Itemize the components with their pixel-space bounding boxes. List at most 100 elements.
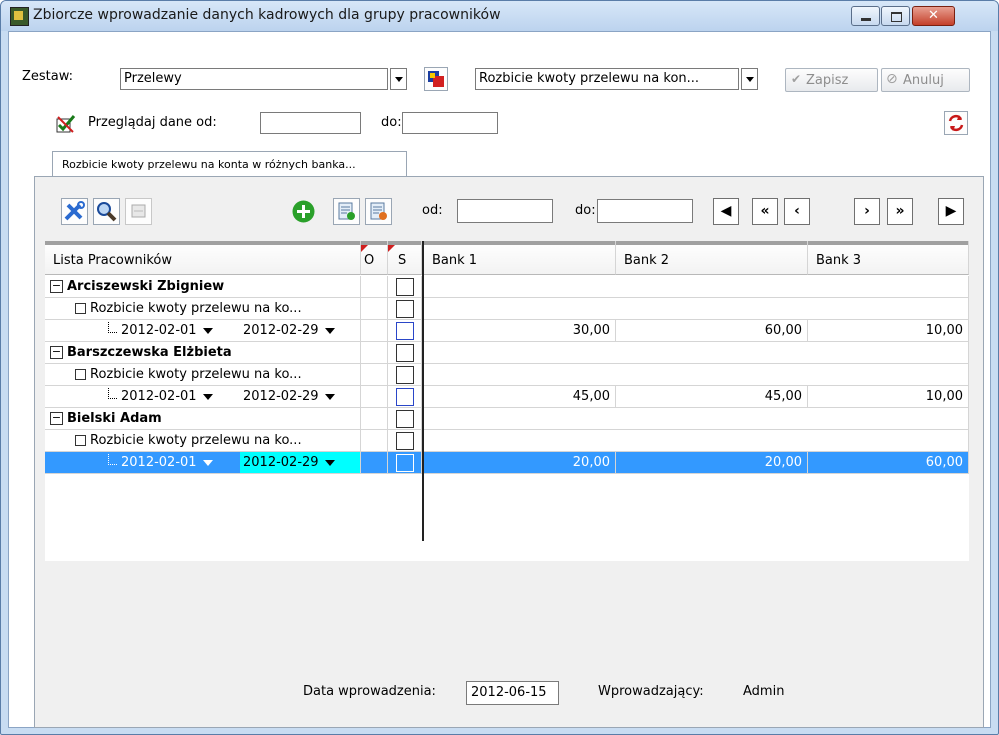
range-from-label: od: [422, 203, 443, 218]
bank1-value[interactable]: 20,00 [424, 452, 616, 474]
chevron-down-icon [324, 393, 335, 400]
chevron-down-icon [324, 459, 335, 466]
bank2-value[interactable]: 60,00 [616, 320, 808, 342]
bank2-value[interactable]: 20,00 [616, 452, 808, 474]
s-checkbox[interactable] [396, 388, 414, 406]
collapse-icon[interactable]: − [50, 412, 63, 425]
browse-toggle-icon[interactable] [56, 114, 76, 134]
tools-icon[interactable] [61, 198, 88, 225]
definition-row[interactable]: Rozbicie kwoty przelewu na ko... [45, 430, 969, 452]
last-page-button[interactable]: ▶ [938, 198, 964, 225]
tree-node-icon[interactable] [75, 435, 86, 446]
collapse-icon[interactable]: − [50, 280, 63, 293]
collapse-icon[interactable]: − [50, 346, 63, 359]
zestaw-label: Zestaw: [22, 69, 74, 84]
s-checkbox[interactable] [396, 322, 414, 340]
value-row[interactable]: 2012-02-01 2012-02-29 45,00 45,00 10,00 [45, 386, 969, 408]
prev-fast-button[interactable]: « [752, 198, 778, 225]
definition-row[interactable]: Rozbicie kwoty przelewu na ko... [45, 364, 969, 386]
entered-by-value: Admin [743, 684, 785, 699]
zestaw-dropdown-button[interactable] [390, 68, 407, 90]
definition-row[interactable]: Rozbicie kwoty przelewu na ko... [45, 298, 969, 320]
save-button[interactable]: ✔ Zapisz [785, 68, 878, 92]
col-o-header[interactable]: O [361, 241, 388, 275]
browse-from-field[interactable] [260, 112, 361, 134]
employee-name: Bielski Adam [67, 411, 162, 426]
close-icon: ✕ [928, 8, 939, 23]
employee-row[interactable]: − Arciszewski Zbigniew [45, 276, 969, 298]
employee-grid[interactable]: Lista Pracowników O S Bank 1 Bank 2 Bank… [45, 241, 969, 561]
next-fast-button[interactable]: » [887, 198, 913, 225]
definition-combo[interactable]: Rozbicie kwoty przelewu na kon... [475, 68, 739, 90]
add-record-icon[interactable] [333, 198, 360, 225]
tab-przelewy[interactable]: Rozbicie kwoty przelewu na konta w różny… [52, 151, 407, 177]
value-row[interactable]: 2012-02-01 2012-02-29 20,00 20,00 60,00 [45, 452, 969, 474]
date-from-cell[interactable]: 2012-02-01 [121, 386, 239, 407]
maximize-button[interactable] [881, 6, 910, 26]
s-checkbox[interactable] [396, 454, 414, 472]
calculator-icon[interactable] [125, 198, 152, 225]
col-employees-header[interactable]: Lista Pracowników [45, 241, 361, 275]
title-bar[interactable]: Zbiorcze wprowadzanie danych kadrowych d… [1, 1, 998, 31]
chevron-down-icon [202, 393, 213, 400]
definition-label: Rozbicie kwoty przelewu na ko... [90, 433, 302, 448]
s-checkbox[interactable] [396, 278, 414, 296]
date-to-cell[interactable]: 2012-02-29 [240, 386, 360, 407]
entry-date-label: Data wprowadzenia: [303, 684, 436, 699]
add-row-icon[interactable] [291, 199, 316, 224]
minimize-button[interactable] [851, 6, 880, 26]
set-manager-icon[interactable] [424, 67, 448, 91]
bank3-value[interactable]: 60,00 [808, 452, 969, 474]
employee-name: Arciszewski Zbigniew [67, 279, 225, 294]
remove-record-icon[interactable] [365, 198, 392, 225]
app-icon [10, 7, 29, 26]
browse-to-label: do: [381, 115, 402, 130]
check-icon: ✔ [791, 72, 802, 86]
col-s-header[interactable]: S [388, 241, 422, 275]
s-checkbox[interactable] [396, 366, 414, 384]
bank2-value[interactable]: 45,00 [616, 386, 808, 408]
s-checkbox[interactable] [396, 344, 414, 362]
cancel-button[interactable]: ⊘ Anuluj [881, 68, 970, 92]
tree-node-icon[interactable] [75, 369, 86, 380]
range-to-label: do: [575, 203, 596, 218]
col-bank1-header[interactable]: Bank 1 [424, 241, 616, 275]
browse-from-label: Przeglądaj dane od: [88, 115, 217, 130]
first-page-button[interactable]: ◀ [713, 198, 739, 225]
date-to-cell[interactable]: 2012-02-29 [240, 320, 360, 341]
prev-button[interactable]: ‹ [784, 198, 810, 225]
zestaw-combo[interactable]: Przelewy [120, 68, 388, 90]
search-icon[interactable] [93, 198, 120, 225]
date-to-cell[interactable]: 2012-02-29 [240, 452, 360, 473]
bank3-value[interactable]: 10,00 [808, 386, 969, 408]
bank3-value[interactable]: 10,00 [808, 320, 969, 342]
refresh-icon[interactable] [944, 111, 968, 135]
next-button[interactable]: › [854, 198, 880, 225]
employee-name: Barszczewska Elżbieta [67, 345, 232, 360]
date-from-cell[interactable]: 2012-02-01 [121, 452, 239, 473]
employee-row[interactable]: − Bielski Adam [45, 408, 969, 430]
chevron-down-icon [202, 459, 213, 466]
value-row[interactable]: 2012-02-01 2012-02-29 30,00 60,00 10,00 [45, 320, 969, 342]
entered-by-label: Wprowadzający: [598, 684, 704, 699]
s-checkbox[interactable] [396, 432, 414, 450]
s-checkbox[interactable] [396, 410, 414, 428]
definition-dropdown-button[interactable] [741, 68, 758, 90]
bank1-value[interactable]: 45,00 [424, 386, 616, 408]
col-bank2-header[interactable]: Bank 2 [616, 241, 808, 275]
close-button[interactable]: ✕ [912, 6, 955, 26]
employee-row[interactable]: − Barszczewska Elżbieta [45, 342, 969, 364]
definition-label: Rozbicie kwoty przelewu na ko... [90, 301, 302, 316]
entry-date-field[interactable]: 2012-06-15 [466, 681, 559, 705]
col-bank3-header[interactable]: Bank 3 [808, 241, 969, 275]
tree-node-icon[interactable] [75, 303, 86, 314]
date-from-cell[interactable]: 2012-02-01 [121, 320, 239, 341]
browse-to-field[interactable] [402, 112, 498, 134]
bank1-value[interactable]: 30,00 [424, 320, 616, 342]
range-from-field[interactable] [457, 199, 553, 223]
s-checkbox[interactable] [396, 300, 414, 318]
range-to-field[interactable] [597, 199, 693, 223]
main-window: Zbiorcze wprowadzanie danych kadrowych d… [0, 0, 999, 735]
window-title: Zbiorcze wprowadzanie danych kadrowych d… [33, 7, 501, 23]
cancel-icon: ⊘ [886, 71, 898, 87]
